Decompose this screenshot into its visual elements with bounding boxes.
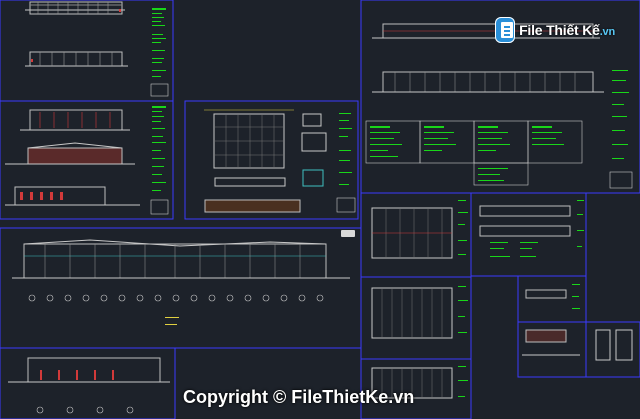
sheet-8-elevations bbox=[479, 200, 584, 257]
sheet-6-section bbox=[8, 357, 170, 414]
sheet-5-section bbox=[12, 239, 350, 325]
sheet-9-roof bbox=[371, 286, 468, 339]
sheet-3-plan bbox=[204, 109, 356, 213]
brand-tld: .vn bbox=[599, 26, 616, 38]
sheet-11-detail bbox=[522, 329, 580, 356]
sheet-12-detail bbox=[595, 329, 633, 361]
brand-watermark: File Thiết Kế.vn bbox=[495, 16, 615, 44]
brand-name: File Thiết Kế bbox=[519, 22, 600, 38]
sheet-frame-6 bbox=[0, 347, 176, 419]
sheet-frame-1 bbox=[0, 0, 174, 102]
sheet-1-elevations bbox=[25, 1, 169, 97]
sheet-7-plan bbox=[371, 200, 468, 259]
sheet-frame-8 bbox=[470, 192, 587, 277]
sheet-4-elevations-notes bbox=[365, 23, 633, 189]
sheet-frame-10 bbox=[517, 275, 587, 323]
document-icon bbox=[495, 17, 516, 43]
sheet-2-elevations bbox=[5, 106, 169, 215]
sheet-frame-9 bbox=[360, 276, 472, 360]
copyright-watermark: Copyright © FileThietKe.vn bbox=[183, 387, 415, 407]
zoom-indicator[interactable] bbox=[341, 230, 355, 237]
sheet-10-detail bbox=[525, 284, 580, 309]
sheet-frames bbox=[0, 0, 640, 419]
cad-drawing-canvas[interactable] bbox=[0, 0, 640, 419]
sheet-frame-7 bbox=[360, 192, 472, 278]
